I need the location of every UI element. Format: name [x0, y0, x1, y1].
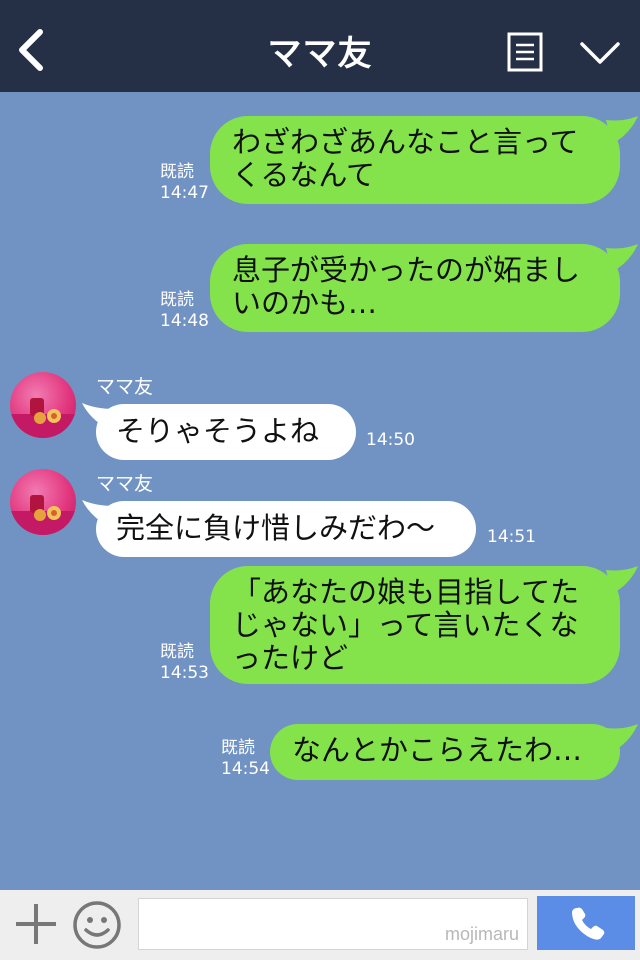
- read-receipt: 既読: [221, 738, 255, 758]
- message-meta: 既読 14:47: [160, 162, 209, 204]
- message-time: 14:54: [221, 759, 270, 779]
- message-time: 14:53: [160, 663, 209, 683]
- read-receipt: 既読: [160, 162, 194, 182]
- message-bubble: 完全に負け惜しみだわ〜: [96, 501, 476, 557]
- message-meta: 既読 14:54: [221, 738, 270, 780]
- sender-name: ママ友: [96, 473, 154, 495]
- message-bubble: わざわざあんなこと言って くるなんて: [210, 116, 620, 204]
- message-bubble: そりゃそうよね: [96, 404, 356, 460]
- smiley-icon: [73, 901, 121, 949]
- chat-area[interactable]: 既読 14:47 わざわざあんなこと言って くるなんて 既読 14:48 息子が…: [0, 92, 640, 890]
- menu-button[interactable]: [507, 32, 543, 72]
- message-time: 14:48: [160, 311, 209, 331]
- message-meta: 既読 14:53: [160, 642, 209, 684]
- read-receipt: 既読: [160, 290, 194, 310]
- message-time: 14:50: [366, 430, 415, 450]
- emoji-button[interactable]: [72, 900, 122, 950]
- chat-title: ママ友: [267, 34, 373, 74]
- avatar[interactable]: [10, 469, 76, 535]
- message-meta: 既読 14:48: [160, 290, 209, 332]
- plus-icon: [16, 904, 56, 944]
- chat-header: ママ友: [0, 0, 640, 92]
- message-input[interactable]: mojimaru: [138, 898, 528, 950]
- message-bubble: なんとかこらえたわ…: [270, 724, 620, 780]
- read-receipt: 既読: [160, 642, 194, 662]
- avatar[interactable]: [10, 372, 76, 438]
- menu-icon: [507, 32, 543, 72]
- call-button[interactable]: [537, 896, 635, 950]
- watermark: mojimaru: [444, 924, 519, 944]
- collapse-button[interactable]: [578, 36, 622, 70]
- sender-name: ママ友: [96, 376, 154, 398]
- phone-icon: [572, 907, 605, 940]
- message-bubble: 息子が受かったのが妬まし いのかも…: [210, 244, 620, 332]
- input-bar: mojimaru: [0, 890, 640, 960]
- chevron-down-icon: [580, 42, 620, 64]
- message-time: 14:47: [160, 183, 209, 203]
- avatar-image-icon: [10, 398, 76, 438]
- message-time: 14:51: [487, 527, 536, 547]
- message-bubble: 「あなたの娘も目指してた じゃない」って言いたくな ったけど: [210, 566, 620, 684]
- avatar-image-icon: [10, 495, 76, 535]
- add-button[interactable]: [14, 902, 58, 946]
